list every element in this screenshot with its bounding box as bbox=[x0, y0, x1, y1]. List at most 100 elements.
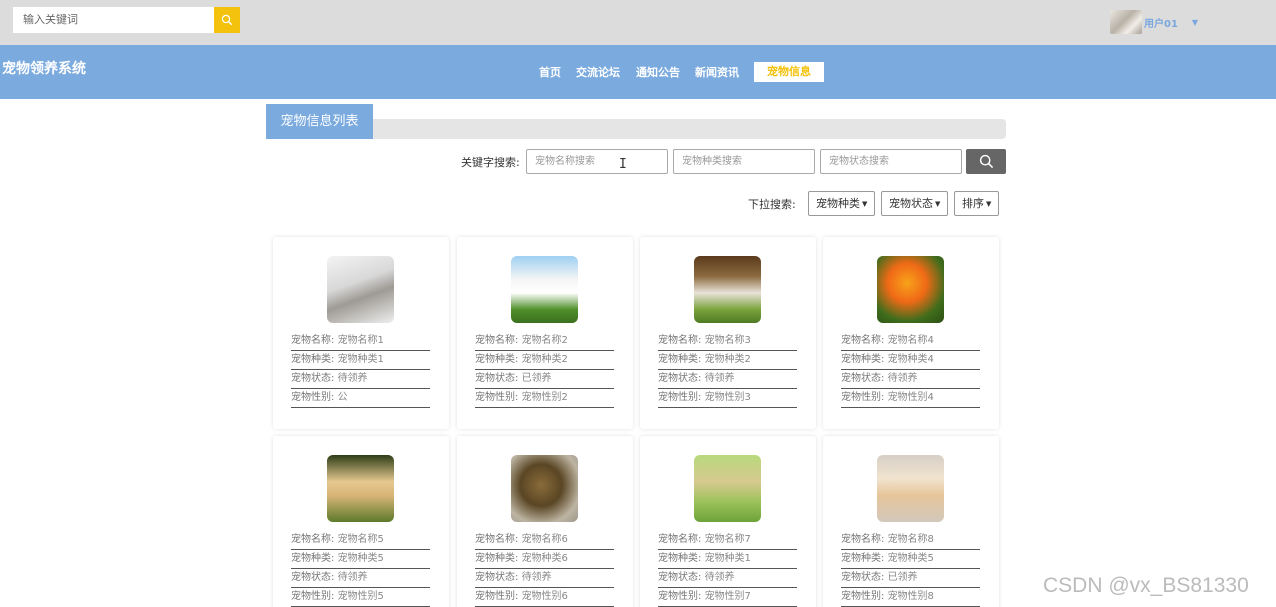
sort-dropdown[interactable]: 排序 ▼ bbox=[954, 191, 1000, 216]
user-name[interactable]: 用户01 bbox=[1144, 15, 1178, 30]
pet-card[interactable]: 宠物名称: 宠物名称3 宠物种类: 宠物种类2 宠物状态: 待领养 宠物性别: 宠物性… bbox=[640, 237, 816, 429]
pet-gender-field: 宠物性别: 宠物性别6 bbox=[475, 588, 614, 607]
pet-name-value: 宠物名称8 bbox=[887, 534, 934, 545]
pet-status-field: 宠物状态: 待领养 bbox=[291, 569, 430, 588]
pet-name-value: 宠物名称1 bbox=[337, 335, 384, 346]
pet-name-field: 宠物名称: 宠物名称5 bbox=[291, 531, 430, 550]
pet-gender-field: 宠物性别: 宠物性别7 bbox=[658, 588, 797, 607]
pet-gender-label: 宠物性别: bbox=[658, 392, 705, 403]
pet-type-value: 宠物种类1 bbox=[704, 553, 751, 564]
pet-name-value: 宠物名称3 bbox=[704, 335, 751, 346]
pet-type-field: 宠物种类: 宠物种类4 bbox=[841, 351, 980, 370]
dropdown-search-label: 下拉搜索: bbox=[748, 198, 796, 211]
pet-status-value: 待领养 bbox=[887, 373, 918, 384]
site-brand[interactable]: 宠物领养系统 bbox=[2, 58, 86, 78]
pet-card[interactable]: 宠物名称: 宠物名称2 宠物种类: 宠物种类2 宠物状态: 已领养 宠物性别: 宠物性… bbox=[457, 237, 633, 429]
nav-item-news[interactable]: 新闻资讯 bbox=[695, 64, 739, 80]
pet-type-dropdown[interactable]: 宠物种类 ▼ bbox=[808, 191, 876, 216]
pet-status-dropdown-label: 宠物状态 bbox=[889, 197, 933, 210]
pet-gender-field: 宠物性别: 宠物性别5 bbox=[291, 588, 430, 607]
pet-photo[interactable] bbox=[694, 256, 761, 323]
pet-photo[interactable] bbox=[327, 256, 394, 323]
pet-name-field: 宠物名称: 宠物名称8 bbox=[841, 531, 980, 550]
pet-photo[interactable] bbox=[511, 256, 578, 323]
pet-photo[interactable] bbox=[511, 455, 578, 522]
keyword-search-button[interactable] bbox=[966, 149, 1006, 174]
pet-status-dropdown[interactable]: 宠物状态 ▼ bbox=[881, 191, 949, 216]
pet-type-field: 宠物种类: 宠物种类5 bbox=[841, 550, 980, 569]
pet-photo[interactable] bbox=[877, 256, 944, 323]
avatar bbox=[1110, 10, 1142, 34]
pet-status-field: 宠物状态: 待领养 bbox=[291, 370, 430, 389]
pet-gender-value: 宠物性别2 bbox=[521, 392, 568, 403]
user-menu[interactable]: 用户01 ▼ bbox=[1110, 9, 1198, 35]
pet-gender-label: 宠物性别: bbox=[841, 392, 888, 403]
pet-name-label: 宠物名称: bbox=[658, 335, 705, 346]
keyword-search-label: 关键字搜索: bbox=[461, 156, 520, 169]
pet-gender-field: 宠物性别: 宠物性别3 bbox=[658, 389, 797, 408]
pet-status-field: 宠物状态: 待领养 bbox=[841, 370, 980, 389]
caret-down-icon: ▼ bbox=[862, 199, 868, 208]
caret-down-icon: ▼ bbox=[935, 199, 941, 208]
pet-photo[interactable] bbox=[877, 455, 944, 522]
pet-card[interactable]: 宠物名称: 宠物名称1 宠物种类: 宠物种类1 宠物状态: 待领养 宠物性别: 公 bbox=[273, 237, 449, 429]
nav-item-notice[interactable]: 通知公告 bbox=[636, 64, 680, 80]
search-icon bbox=[979, 154, 993, 169]
pet-status-value: 已领养 bbox=[521, 373, 552, 384]
pet-type-value: 宠物种类4 bbox=[887, 354, 934, 365]
pet-type-field: 宠物种类: 宠物种类2 bbox=[475, 351, 614, 370]
caret-down-icon: ▼ bbox=[986, 199, 992, 208]
pet-name-value: 宠物名称6 bbox=[521, 534, 568, 545]
pet-status-value: 待领养 bbox=[337, 572, 368, 583]
top-search-button[interactable] bbox=[214, 7, 240, 33]
pet-type-search-input[interactable]: 宠物种类搜索 bbox=[673, 149, 815, 174]
pet-card[interactable]: 宠物名称: 宠物名称7 宠物种类: 宠物种类1 宠物状态: 待领养 宠物性别: 宠物性… bbox=[640, 436, 816, 607]
chevron-down-icon[interactable]: ▼ bbox=[1192, 18, 1198, 27]
pet-status-value: 待领养 bbox=[704, 373, 735, 384]
nav-item-forum[interactable]: 交流论坛 bbox=[576, 64, 620, 80]
pet-gender-field: 宠物性别: 公 bbox=[291, 389, 430, 408]
pet-type-label: 宠物种类: bbox=[475, 354, 522, 365]
pet-name-search-input[interactable]: 宠物名称搜索 bbox=[526, 149, 668, 174]
pet-photo[interactable] bbox=[327, 455, 394, 522]
pet-card[interactable]: 宠物名称: 宠物名称4 宠物种类: 宠物种类4 宠物状态: 待领养 宠物性别: 宠物性… bbox=[823, 237, 999, 429]
pet-type-value: 宠物种类5 bbox=[337, 553, 384, 564]
pet-name-field: 宠物名称: 宠物名称2 bbox=[475, 332, 614, 351]
pet-status-search-input[interactable]: 宠物状态搜索 bbox=[820, 149, 962, 174]
nav-bar: 宠物领养系统 首页 交流论坛 通知公告 新闻资讯 宠物信息 bbox=[0, 45, 1276, 99]
pet-card[interactable]: 宠物名称: 宠物名称8 宠物种类: 宠物种类5 宠物状态: 已领养 宠物性别: 宠物性… bbox=[823, 436, 999, 607]
section-title: 宠物信息列表 bbox=[266, 104, 373, 139]
pet-name-label: 宠物名称: bbox=[475, 534, 522, 545]
pet-type-label: 宠物种类: bbox=[658, 553, 705, 564]
pet-name-value: 宠物名称4 bbox=[887, 335, 934, 346]
pet-name-label: 宠物名称: bbox=[291, 335, 338, 346]
pet-type-value: 宠物种类2 bbox=[704, 354, 751, 365]
pet-gender-field: 宠物性别: 宠物性别8 bbox=[841, 588, 980, 607]
pet-photo[interactable] bbox=[694, 455, 761, 522]
pet-name-field: 宠物名称: 宠物名称1 bbox=[291, 332, 430, 351]
pet-type-value: 宠物种类6 bbox=[521, 553, 568, 564]
pet-status-field: 宠物状态: 待领养 bbox=[658, 370, 797, 389]
pet-card[interactable]: 宠物名称: 宠物名称6 宠物种类: 宠物种类6 宠物状态: 待领养 宠物性别: 宠物性… bbox=[457, 436, 633, 607]
pet-type-field: 宠物种类: 宠物种类5 bbox=[291, 550, 430, 569]
pet-name-field: 宠物名称: 宠物名称7 bbox=[658, 531, 797, 550]
pet-type-label: 宠物种类: bbox=[658, 354, 705, 365]
pet-gender-label: 宠物性别: bbox=[475, 392, 522, 403]
pet-gender-value: 宠物性别8 bbox=[887, 591, 934, 602]
pet-status-label: 宠物状态: bbox=[658, 572, 705, 583]
pet-name-value: 宠物名称2 bbox=[521, 335, 568, 346]
pet-gender-label: 宠物性别: bbox=[658, 591, 705, 602]
pet-gender-label: 宠物性别: bbox=[841, 591, 888, 602]
nav-item-home[interactable]: 首页 bbox=[539, 64, 561, 80]
pet-type-value: 宠物种类1 bbox=[337, 354, 384, 365]
pet-status-field: 宠物状态: 已领养 bbox=[841, 569, 980, 588]
pet-status-field: 宠物状态: 待领养 bbox=[475, 569, 614, 588]
pet-status-label: 宠物状态: bbox=[841, 572, 888, 583]
sort-dropdown-label: 排序 bbox=[962, 197, 984, 210]
pet-gender-field: 宠物性别: 宠物性别2 bbox=[475, 389, 614, 408]
nav-item-pet-info[interactable]: 宠物信息 bbox=[754, 62, 824, 82]
pet-gender-value: 宠物性别6 bbox=[521, 591, 568, 602]
top-search-input[interactable]: 输入关键词 bbox=[13, 7, 214, 33]
search-icon bbox=[221, 14, 233, 26]
pet-card[interactable]: 宠物名称: 宠物名称5 宠物种类: 宠物种类5 宠物状态: 待领养 宠物性别: 宠物性… bbox=[273, 436, 449, 607]
